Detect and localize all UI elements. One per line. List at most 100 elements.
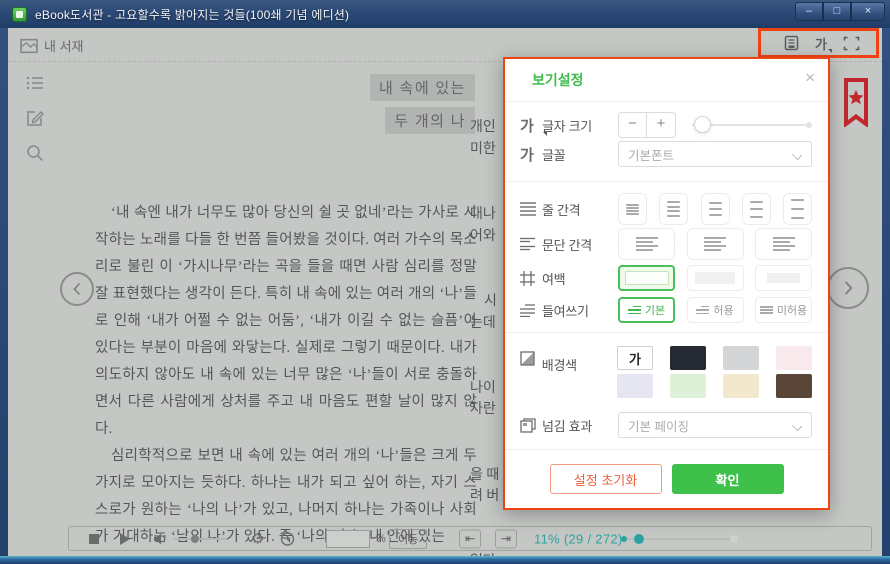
window-controls: – □ × [795,2,885,21]
indent-icon [520,304,542,317]
margin-label: 여백 [542,269,618,288]
gear-icon[interactable]: ⚙ [251,531,264,546]
chapter-title-line: 내 속에 있는 [370,74,475,101]
font-size-plus-button[interactable]: + [647,113,675,137]
view-tools-highlight-box: 가 [758,28,879,58]
bg-swatch-dark[interactable] [670,346,706,370]
font-size-row: 가 글자 크기 − + [505,110,828,140]
table-of-contents-icon[interactable] [26,74,44,92]
font-settings-icon[interactable]: 가 [815,34,827,53]
panel-title: 보기설정 [532,70,584,90]
window-frame-bottom [0,556,890,564]
line-spacing-option-3[interactable] [701,193,730,225]
volume-slider[interactable] [173,538,227,540]
confirm-button[interactable]: 확인 [672,464,784,494]
margin-option-1-selected[interactable] [618,265,675,291]
margin-icon [520,271,542,286]
paragraph-spacing-option-3[interactable] [755,228,812,260]
panel-close-icon[interactable]: × [805,68,815,88]
line-spacing-row: 줄 간격 [505,193,828,225]
line-spacing-label: 줄 간격 [542,200,618,219]
font-size-slider-end-dot [806,122,812,128]
indent-glyph-icon [628,306,641,315]
bookmark-ribbon-icon[interactable] [843,78,869,127]
page-effect-label: 넘김 효과 [542,416,618,435]
line-spacing-option-1[interactable] [618,193,647,225]
page-effect-select[interactable]: 기본 페이징 [618,412,812,438]
bg-swatch-gray[interactable] [723,346,759,370]
paragraph-spacing-option-1[interactable] [618,228,675,260]
divider [505,181,828,182]
progress-start-dot [621,536,627,542]
tts-play-button[interactable] [120,533,130,545]
percent-sign: % [376,533,386,545]
font-size-slider[interactable] [692,124,812,126]
indent-option-disallow[interactable]: 미허용 [755,297,812,323]
jump-last-bookmark-icon[interactable]: ⇥ [495,529,517,548]
search-icon[interactable] [26,144,44,162]
divider [505,332,828,333]
bottom-toolbar: ⚙ % 이동 ⇤ ⇥ 11% (29 / 272) [68,526,872,551]
panel-footer: 설정 초기화 확인 [505,464,828,494]
reader-area: 내 서재 가 [8,28,882,556]
close-button[interactable]: × [851,2,885,21]
paragraph: ‘내 속엔 내가 너무도 많아 당신의 쉴 곳 없네’라는 가사로 시작하는 노… [95,200,477,443]
bg-swatch-lavender[interactable] [617,374,653,398]
font-size-stepper: − + [618,112,676,138]
margin-option-3[interactable] [755,265,812,291]
chevron-right-icon [843,280,854,296]
clock-icon[interactable] [280,531,295,546]
indent-label: 들여쓰기 [542,301,618,320]
toc-settings-icon[interactable] [784,35,799,51]
line-spacing-option-5[interactable] [783,193,812,225]
note-icon[interactable] [26,109,44,127]
next-page-button[interactable] [827,267,869,309]
bg-swatch-cream[interactable] [723,374,759,398]
font-family-select[interactable]: 기본폰트 [618,141,812,167]
right-column-clipped-text: 개인미한 대나어와 시는데 나이자란 을 때려 버 없다하는 끼게 이 루고는 … [470,74,505,556]
volume-slider-knob[interactable] [191,535,199,543]
prev-page-button[interactable] [60,272,94,306]
bg-swatch-green[interactable] [670,374,706,398]
my-library-button[interactable]: 내 서재 [20,36,84,55]
tts-stop-button[interactable] [89,534,99,544]
app-window: eBook도서관 - 고요할수록 밝아지는 것들(100쇄 기념 에디션) – … [0,0,890,564]
fullscreen-icon[interactable] [843,36,860,51]
line-spacing-icon [520,202,542,216]
bg-swatch-white[interactable]: 가 [617,346,653,370]
line-spacing-option-2[interactable] [659,193,688,225]
reset-settings-button[interactable]: 설정 초기화 [550,464,662,494]
minimize-button[interactable]: – [795,2,823,21]
background-color-label: 배경색 [542,355,617,374]
paragraph-spacing-option-2[interactable] [687,228,744,260]
line-spacing-option-4[interactable] [742,193,771,225]
indent-option-allow[interactable]: 허용 [687,297,744,323]
bg-swatch-brown[interactable] [776,374,812,398]
font-size-icon: 가 [520,115,542,136]
reading-progress-slider[interactable] [621,538,738,540]
indent-row: 들여쓰기 기본 허용 미허용 [505,297,828,323]
background-color-icon [520,351,542,366]
font-size-label: 글자 크기 [542,116,618,135]
indent-option-default-selected[interactable]: 기본 [618,297,675,323]
title-bar: eBook도서관 - 고요할수록 밝아지는 것들(100쇄 기념 에디션) – … [0,0,890,28]
margin-option-2[interactable] [687,265,744,291]
font-family-value: 기본폰트 [628,145,674,164]
font-icon: 가 [520,144,542,165]
font-size-slider-knob[interactable] [694,116,711,133]
app-logo-icon [12,7,27,22]
divider [505,101,828,102]
volume-icon[interactable] [153,532,169,546]
go-button[interactable]: 이동 [389,529,427,549]
maximize-button[interactable]: □ [823,2,851,21]
font-size-minus-button[interactable]: − [619,113,647,137]
background-color-swatches: 가 [617,346,812,398]
page-percent-input[interactable] [326,530,370,548]
indent-glyph-icon [760,306,773,314]
jump-first-bookmark-icon[interactable]: ⇤ [459,529,481,548]
page-effect-row: 넘김 효과 기본 페이징 [505,411,828,439]
reading-progress-label: 11% (29 / 272) [534,531,623,546]
progress-knob[interactable] [634,534,644,544]
bg-swatch-pink[interactable] [776,346,812,370]
window-title: eBook도서관 - 고요할수록 밝아지는 것들(100쇄 기념 에디션) [35,6,349,23]
